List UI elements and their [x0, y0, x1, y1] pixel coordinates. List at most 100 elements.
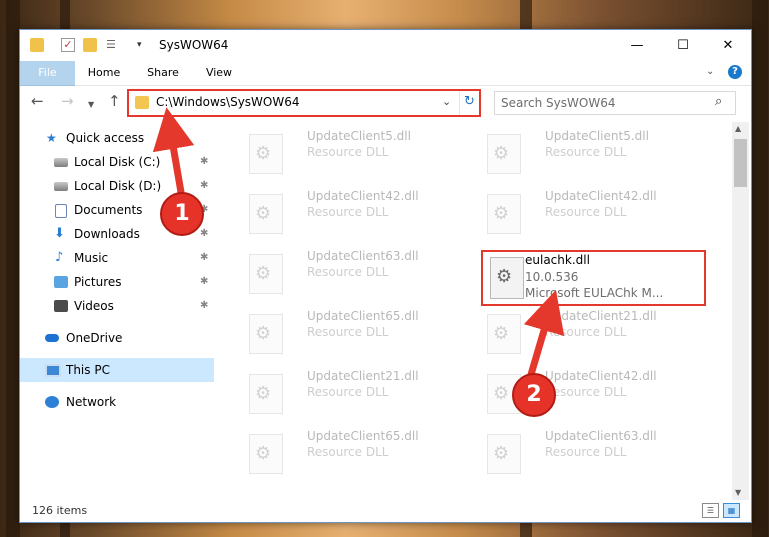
nav-item-quick-access[interactable]: ★ Quick access [20, 126, 214, 150]
customize-toolbar-chevron-icon[interactable]: ▾ [137, 38, 151, 52]
file-type: Resource DLL [307, 385, 389, 399]
nav-item-label: Pictures [74, 275, 122, 289]
file-item[interactable]: ⚙ UpdateClient5.dll Resource DLL [474, 126, 699, 182]
gear-icon: ⚙ [493, 443, 510, 464]
gear-icon: ⚙ [493, 323, 510, 344]
scrollbar-thumb[interactable] [734, 139, 747, 187]
nav-item-pictures[interactable]: Pictures ✱ [20, 270, 214, 294]
up-arrow-icon[interactable]: ↑ [108, 93, 121, 109]
file-type: Resource DLL [545, 145, 627, 159]
file-item[interactable]: ⚙ UpdateClient21.dll Resource DLL [474, 306, 699, 362]
nav-item-this-pc[interactable]: This PC [20, 358, 214, 382]
nav-item-music[interactable]: ♪ Music ✱ [20, 246, 214, 270]
address-dropdown-chevron-icon[interactable]: ⌄ [442, 95, 451, 108]
gear-icon: ⚙ [493, 143, 510, 164]
minimize-button[interactable]: — [614, 30, 660, 61]
dll-file-icon: ⚙ [487, 194, 521, 234]
nav-item-label: Local Disk (C:) [74, 155, 161, 169]
dll-file-icon: ⚙ [249, 434, 283, 474]
window-title: SysWOW64 [159, 38, 229, 52]
music-icon: ♪ [55, 250, 64, 265]
folder-icon [30, 38, 44, 52]
gear-icon: ⚙ [496, 266, 513, 287]
nav-item-label: Network [66, 395, 117, 409]
nav-item-videos[interactable]: Videos ✱ [20, 294, 214, 318]
gear-icon: ⚙ [493, 203, 510, 224]
dll-file-icon: ⚙ [249, 194, 283, 234]
help-icon[interactable]: ? [728, 65, 742, 79]
file-type: Resource DLL [307, 145, 389, 159]
file-item[interactable]: ⚙ UpdateClient42.dll Resource DLL [236, 186, 461, 242]
gear-icon: ⚙ [255, 203, 272, 224]
title-bar: ✓ ☰ ▾ SysWOW64 — ☐ ✕ [20, 30, 751, 61]
file-name: UpdateClient65.dll [307, 309, 419, 323]
gear-icon: ⚙ [255, 143, 272, 164]
expand-ribbon-chevron-icon[interactable]: ⌄ [706, 66, 714, 77]
details-view-icon[interactable]: ☰ [702, 503, 719, 518]
forward-arrow-icon[interactable]: → [61, 93, 74, 109]
ribbon-tabs: File Home Share View ⌄ ? [20, 61, 751, 117]
recent-locations-chevron-icon[interactable]: ▼ [88, 97, 94, 113]
new-folder-icon[interactable] [83, 38, 97, 52]
file-type: Resource DLL [545, 325, 627, 339]
pin-icon: ✱ [200, 228, 209, 239]
scroll-down-arrow-icon[interactable]: ▼ [735, 488, 741, 497]
file-type: Resource DLL [307, 205, 389, 219]
address-bar[interactable]: C:\Windows\SysWOW64 ⌄ ↻ [127, 89, 481, 117]
gear-icon: ⚙ [493, 383, 510, 404]
file-item[interactable]: ⚙ UpdateClient65.dll Resource DLL [236, 306, 461, 362]
folder-icon [135, 96, 149, 109]
dll-file-icon: ⚙ [490, 257, 524, 299]
search-icon[interactable]: ⌕ [715, 94, 722, 109]
file-name: UpdateClient42.dll [307, 189, 419, 203]
tab-view[interactable]: View [199, 61, 239, 85]
back-arrow-icon[interactable]: ← [31, 93, 44, 109]
file-list: ⚙ UpdateClient5.dll Resource DLL ⚙ Updat… [216, 122, 732, 500]
maximize-button[interactable]: ☐ [660, 30, 706, 61]
file-type: Resource DLL [307, 325, 389, 339]
item-count: 126 items [32, 504, 88, 517]
file-type: Resource DLL [545, 205, 627, 219]
tab-home[interactable]: Home [82, 61, 126, 85]
search-placeholder[interactable]: Search SysWOW64 [501, 96, 615, 110]
file-item[interactable]: ⚙ UpdateClient65.dll Resource DLL [236, 426, 461, 482]
address-row: ← → ▼ ↑ C:\Windows\SysWOW64 ⌄ ↻ Search S… [20, 86, 751, 118]
file-item[interactable]: ⚙ UpdateClient42.dll Resource DLL [474, 186, 699, 242]
quick-access-toolbar-icon[interactable]: ☰ [106, 38, 120, 52]
file-name: UpdateClient42.dll [545, 369, 657, 383]
dll-file-icon: ⚙ [487, 134, 521, 174]
nav-item-network[interactable]: Network [20, 390, 214, 414]
gear-icon: ⚙ [255, 323, 272, 344]
document-icon [55, 204, 67, 218]
file-description: Microsoft EULAChk M... [525, 286, 664, 300]
step-1-badge: 1 [160, 192, 204, 236]
pin-icon: ✱ [200, 180, 209, 191]
dll-file-icon: ⚙ [487, 314, 521, 354]
properties-icon[interactable]: ✓ [61, 38, 75, 52]
nav-item-label: Downloads [74, 227, 140, 241]
nav-item-label: Music [74, 251, 109, 265]
nav-item-onedrive[interactable]: OneDrive [20, 326, 214, 350]
nav-item-label: Quick access [66, 131, 145, 145]
search-input[interactable]: Search SysWOW64 ⌕ [494, 91, 736, 115]
address-divider [459, 91, 460, 115]
scroll-up-arrow-icon[interactable]: ▲ [735, 124, 741, 133]
file-item[interactable]: ⚙ UpdateClient21.dll Resource DLL [236, 366, 461, 422]
download-icon: ⬇ [54, 226, 65, 241]
file-item[interactable]: ⚙ UpdateClient63.dll Resource DLL [474, 426, 699, 482]
large-icons-view-icon[interactable]: ▦ [723, 503, 740, 518]
close-button[interactable]: ✕ [705, 30, 751, 61]
address-path[interactable]: C:\Windows\SysWOW64 [156, 95, 300, 109]
file-item[interactable]: ⚙ UpdateClient63.dll Resource DLL [236, 246, 461, 302]
nav-item-local-disk-c[interactable]: Local Disk (C:) ✱ [20, 150, 214, 174]
nav-item-label: OneDrive [66, 331, 123, 345]
eulachk-file-item[interactable]: ⚙ eulachk.dll 10.0.536 Microsoft EULAChk… [481, 250, 706, 306]
file-name: UpdateClient63.dll [307, 249, 419, 263]
file-item[interactable]: ⚙ UpdateClient5.dll Resource DLL [236, 126, 461, 182]
file-name: UpdateClient21.dll [307, 369, 419, 383]
pc-icon [45, 364, 61, 377]
refresh-icon[interactable]: ↻ [464, 94, 475, 109]
vertical-scrollbar[interactable]: ▲ ▼ [732, 122, 749, 500]
file-item[interactable]: ⚙ UpdateClient42.dll Resource DLL [474, 366, 699, 422]
tab-share[interactable]: Share [141, 61, 185, 85]
